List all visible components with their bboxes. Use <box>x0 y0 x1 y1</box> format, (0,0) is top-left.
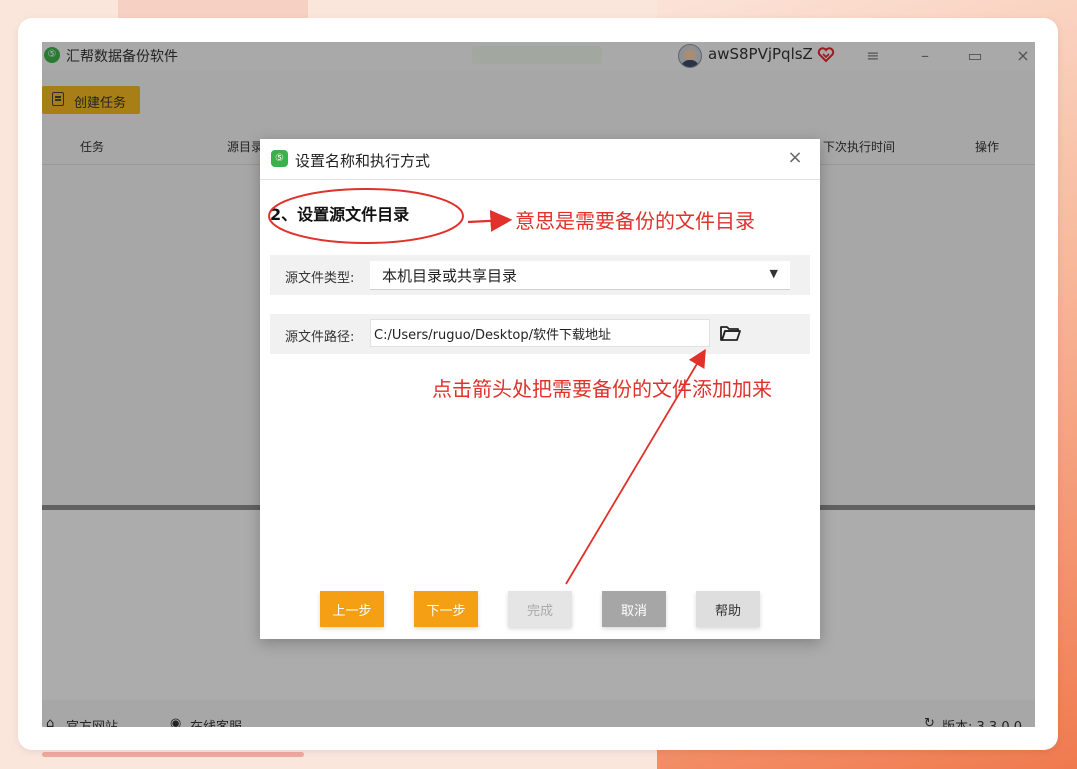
dialog-logo-icon: ⑤ <box>271 150 288 167</box>
source-path-row: 源文件路径: <box>270 314 810 354</box>
dialog-title: 设置名称和执行方式 <box>295 152 431 170</box>
cancel-button[interactable]: 取消 <box>602 591 666 627</box>
source-type-select[interactable]: 本机目录或共享目录 ▼ <box>370 261 790 290</box>
source-type-label: 源文件类型: <box>285 271 355 286</box>
source-type-value: 本机目录或共享目录 <box>382 267 518 285</box>
caret-down-icon: ▼ <box>769 267 778 280</box>
source-type-row: 源文件类型: 本机目录或共享目录 ▼ <box>270 255 810 295</box>
finish-button[interactable]: 完成 <box>508 591 572 627</box>
annotation-click-hint: 点击箭头处把需要备份的文件添加加来 <box>432 377 772 401</box>
folder-icon[interactable] <box>718 322 742 344</box>
dialog-close-icon[interactable]: × <box>784 147 806 169</box>
step-title: 2、设置源文件目录 <box>270 205 410 224</box>
dialog-title-bar: ⑤ 设置名称和执行方式 × <box>260 139 820 180</box>
background-stripe <box>42 752 304 757</box>
next-step-button[interactable]: 下一步 <box>414 591 478 627</box>
help-button[interactable]: 帮助 <box>696 591 760 627</box>
prev-step-button[interactable]: 上一步 <box>320 591 384 627</box>
source-path-input[interactable] <box>370 319 710 347</box>
annotation-meaning: 意思是需要备份的文件目录 <box>515 209 755 233</box>
source-path-label: 源文件路径: <box>285 330 355 345</box>
